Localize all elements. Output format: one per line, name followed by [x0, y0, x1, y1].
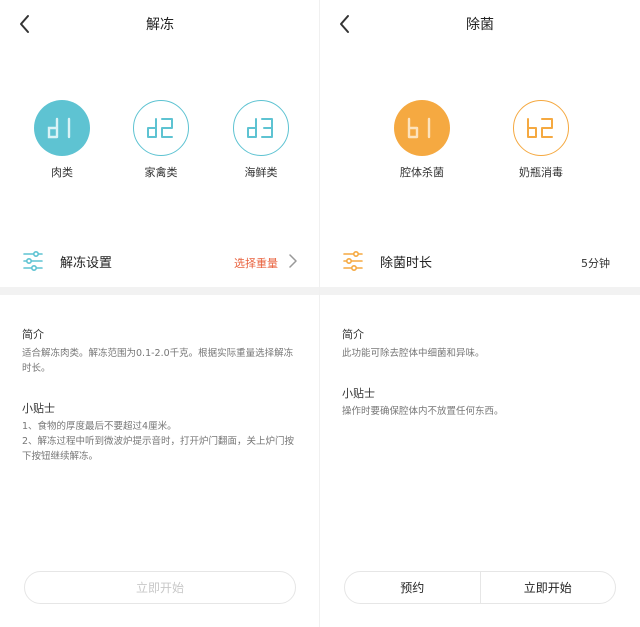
- tips-text: 操作时要确保腔体内不放置任何东西。: [342, 406, 504, 417]
- sterilize-duration-row[interactable]: 除菌时长 5分钟: [320, 237, 640, 287]
- tips-title: 小贴士: [22, 402, 55, 415]
- tips-title: 小贴士: [342, 387, 375, 400]
- defrost-panel: 解冻 肉类 家禽类 海鲜类 解冻设置 选择重量 简介 适合解冻肉类。解冻范围为0…: [0, 0, 320, 627]
- mode-meat[interactable]: 肉类: [32, 100, 92, 180]
- start-button[interactable]: 立即开始: [481, 572, 616, 603]
- chevron-right-icon: [289, 254, 297, 268]
- reserve-button[interactable]: 预约: [345, 572, 480, 603]
- mode-d2-icon: [133, 100, 189, 156]
- mode-label: 腔体杀菌: [400, 166, 444, 179]
- mode-label: 奶瓶消毒: [519, 166, 563, 179]
- section-divider: [0, 287, 320, 295]
- mode-b2-icon: [513, 100, 569, 156]
- sterilize-panel: 除菌 腔体杀菌 奶瓶消毒 除菌时长 5分钟 简介 此功能可除去腔体中细菌和异味。…: [320, 0, 640, 627]
- mode-label: 家禽类: [144, 166, 178, 179]
- header: 除菌: [320, 0, 640, 48]
- app-screen: 解冻 肉类 家禽类 海鲜类 解冻设置 选择重量 简介 适合解冻肉类。解冻范围为0…: [0, 0, 640, 627]
- mode-poultry[interactable]: 家禽类: [131, 100, 191, 180]
- mode-label: 肉类: [51, 166, 73, 179]
- intro-title: 简介: [22, 328, 44, 341]
- start-button-bar: 立即开始: [24, 571, 296, 604]
- mode-bottle-disinfect[interactable]: 奶瓶消毒: [511, 100, 571, 180]
- mode-d1-icon: [34, 100, 90, 156]
- sliders-icon: [343, 250, 363, 272]
- intro-text: 适合解冻肉类。解冻范围为0.1-2.0千克。根据实际重量选择解冻时长。: [22, 348, 294, 374]
- mode-cavity-sterilize[interactable]: 腔体杀菌: [392, 100, 452, 180]
- mode-d3-icon: [233, 100, 289, 156]
- intro-text: 此功能可除去腔体中细菌和异味。: [342, 348, 485, 359]
- setting-label: 除菌时长: [380, 256, 433, 271]
- setting-label: 解冻设置: [60, 256, 113, 271]
- header: 解冻: [0, 0, 320, 48]
- mode-b1-icon: [394, 100, 450, 156]
- defrost-setting-row[interactable]: 解冻设置 选择重量: [0, 237, 320, 287]
- start-button[interactable]: 立即开始: [25, 572, 295, 603]
- section-divider: [320, 287, 640, 295]
- page-title: 解冻: [146, 17, 174, 33]
- action-button-bar: 预约 立即开始: [344, 571, 616, 604]
- setting-value: 5分钟: [581, 257, 610, 270]
- mode-seafood[interactable]: 海鲜类: [231, 100, 291, 180]
- mode-label: 海鲜类: [244, 166, 278, 179]
- setting-value: 选择重量: [234, 257, 278, 270]
- intro-title: 简介: [342, 328, 364, 341]
- tips-line-1: 1、食物的厚度最后不要超过4厘米。: [22, 421, 177, 432]
- page-title: 除菌: [466, 17, 494, 33]
- tips-line-2: 2、解冻过程中听到微波炉提示音时，打开炉门翻面，关上炉门按下按钮继续解冻。: [22, 436, 295, 462]
- sliders-icon: [23, 250, 43, 272]
